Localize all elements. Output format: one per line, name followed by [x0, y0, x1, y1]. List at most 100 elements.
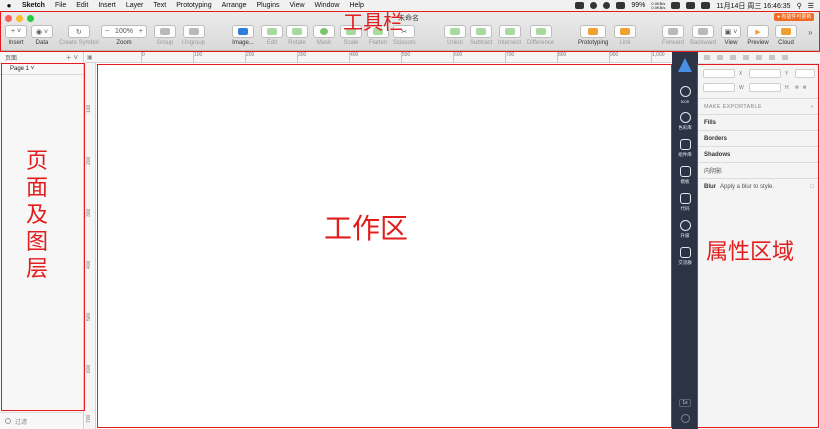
scale-dropdown[interactable]: 1x: [679, 399, 691, 407]
add-page-icon[interactable]: + ˅: [66, 53, 78, 62]
minimize-icon[interactable]: [16, 15, 23, 22]
add-export-icon[interactable]: +: [810, 104, 814, 110]
blur-checkbox[interactable]: □: [810, 184, 814, 190]
forward-tool[interactable]: Forward: [662, 25, 684, 46]
maximize-icon[interactable]: [27, 15, 34, 22]
sidebar-item-colors[interactable]: 色彩库: [678, 112, 692, 131]
play-icon[interactable]: ▶: [747, 25, 769, 38]
edit-icon[interactable]: [261, 25, 283, 38]
insert-tool[interactable]: + ˅ Insert: [5, 25, 27, 46]
inner-shadows-section[interactable]: 内阴影: [698, 162, 820, 178]
record-icon[interactable]: [603, 2, 611, 9]
rotation-input[interactable]: [795, 69, 815, 78]
x-input[interactable]: [703, 69, 735, 78]
cloud-tool[interactable]: Cloud: [775, 25, 797, 46]
forward-icon[interactable]: [662, 25, 684, 38]
menu-file[interactable]: File: [55, 2, 66, 9]
volume-icon[interactable]: [686, 2, 696, 9]
intersect-icon[interactable]: [498, 25, 521, 38]
align-left-icon[interactable]: [704, 55, 710, 60]
group-icon[interactable]: [154, 25, 176, 38]
align-bottom-icon[interactable]: [769, 55, 775, 60]
search-icon[interactable]: ⚲: [797, 2, 802, 10]
logo-icon[interactable]: [678, 58, 692, 72]
link-icon[interactable]: [614, 25, 636, 38]
ungroup-tool[interactable]: Ungroup: [182, 25, 205, 46]
menu-text[interactable]: Text: [153, 2, 166, 9]
plugin-update-badge[interactable]: ● 有插件可更新: [774, 13, 815, 21]
y-input[interactable]: [749, 69, 781, 78]
shadows-section[interactable]: Shadows: [698, 146, 820, 162]
menu-help[interactable]: Help: [349, 2, 363, 9]
intersect-tool[interactable]: Intersect: [498, 25, 521, 46]
sync-icon[interactable]: [590, 2, 598, 9]
menu-plugins[interactable]: Plugins: [257, 2, 280, 9]
mask-icon[interactable]: [313, 25, 335, 38]
menu-app[interactable]: Sketch: [22, 2, 45, 9]
edit-tool[interactable]: Edit: [261, 25, 283, 46]
menu-prototyping[interactable]: Prototyping: [176, 2, 211, 9]
backward-tool[interactable]: Backward: [690, 25, 716, 46]
borders-section[interactable]: Borders: [698, 130, 820, 146]
menu-edit[interactable]: Edit: [76, 2, 88, 9]
prototyping-icon[interactable]: [580, 25, 607, 38]
menu-arrange[interactable]: Arrange: [222, 2, 247, 9]
plus-icon[interactable]: + ˅: [5, 25, 27, 38]
align-top-icon[interactable]: [743, 55, 749, 60]
apple-icon[interactable]: ●: [4, 1, 14, 10]
menu-layer[interactable]: Layer: [126, 2, 144, 9]
difference-icon[interactable]: [529, 25, 552, 38]
overflow-chevron-icon[interactable]: »: [808, 28, 812, 37]
clock[interactable]: 11月14日 周三 16:46:35: [716, 1, 790, 11]
create-symbol-tool[interactable]: ↻ Create Symbol: [59, 25, 99, 46]
lock-icon[interactable]: ▣: [87, 54, 93, 61]
fills-section[interactable]: Fills: [698, 114, 820, 130]
width-input[interactable]: [703, 83, 735, 92]
sidebar-item-community[interactable]: 交流群: [678, 247, 692, 266]
subtract-icon[interactable]: [470, 25, 493, 38]
image-icon[interactable]: [232, 25, 254, 38]
rotate-icon[interactable]: [286, 25, 308, 38]
close-icon[interactable]: [5, 15, 12, 22]
menu-view[interactable]: View: [289, 2, 304, 9]
battery-icon[interactable]: [616, 2, 626, 9]
sidebar-item-icon[interactable]: Icon: [679, 86, 691, 104]
image-tool[interactable]: Image...: [232, 25, 254, 46]
menu-insert[interactable]: Insert: [98, 2, 116, 9]
group-tool[interactable]: Group: [154, 25, 176, 46]
export-section[interactable]: MAKE EXPORTABLE +: [698, 98, 820, 114]
subtract-tool[interactable]: Subtract: [470, 25, 492, 46]
notification-icon[interactable]: ☰: [808, 2, 814, 10]
zoom-tool[interactable]: − 100% + Zoom: [101, 25, 147, 46]
menu-window[interactable]: Window: [315, 2, 340, 9]
backward-icon[interactable]: [692, 25, 715, 38]
align-middle-icon[interactable]: [756, 55, 762, 60]
difference-tool[interactable]: Difference: [527, 25, 554, 46]
distribute-icon[interactable]: [782, 55, 788, 60]
align-right-icon[interactable]: [730, 55, 736, 60]
view-icon[interactable]: ▣ ˅: [721, 25, 741, 38]
sidebar-item-upgrade[interactable]: 升级: [679, 220, 691, 239]
zoom-in-button[interactable]: +: [139, 28, 143, 35]
prototyping-tool[interactable]: Prototyping: [578, 25, 608, 46]
settings-icon[interactable]: [680, 414, 690, 423]
align-center-icon[interactable]: [717, 55, 723, 60]
zoom-control[interactable]: − 100% +: [101, 25, 147, 38]
lock-ratio-icon[interactable]: ■: [795, 85, 799, 91]
data-icon[interactable]: ◉ ˅: [31, 25, 53, 38]
link-tool[interactable]: Link: [614, 25, 636, 46]
sidebar-item-components[interactable]: 组件库: [678, 139, 692, 158]
symbol-icon[interactable]: ↻: [67, 25, 90, 38]
canvas-workspace[interactable]: [97, 64, 672, 429]
mask-tool[interactable]: Mask: [313, 25, 335, 46]
ungroup-icon[interactable]: [182, 25, 205, 38]
data-tool[interactable]: ◉ ˅ Data: [31, 25, 53, 46]
zoom-out-button[interactable]: −: [105, 28, 109, 35]
rotate-tool[interactable]: Rotate: [286, 25, 308, 46]
view-tool[interactable]: ▣ ˅ View: [721, 25, 741, 46]
height-input[interactable]: [749, 83, 781, 92]
blur-section[interactable]: Blur Apply a blur to style. □: [698, 178, 820, 194]
flag-icon[interactable]: [701, 2, 711, 9]
preview-tool[interactable]: ▶ Preview: [747, 25, 769, 46]
union-tool[interactable]: Union: [444, 25, 466, 46]
